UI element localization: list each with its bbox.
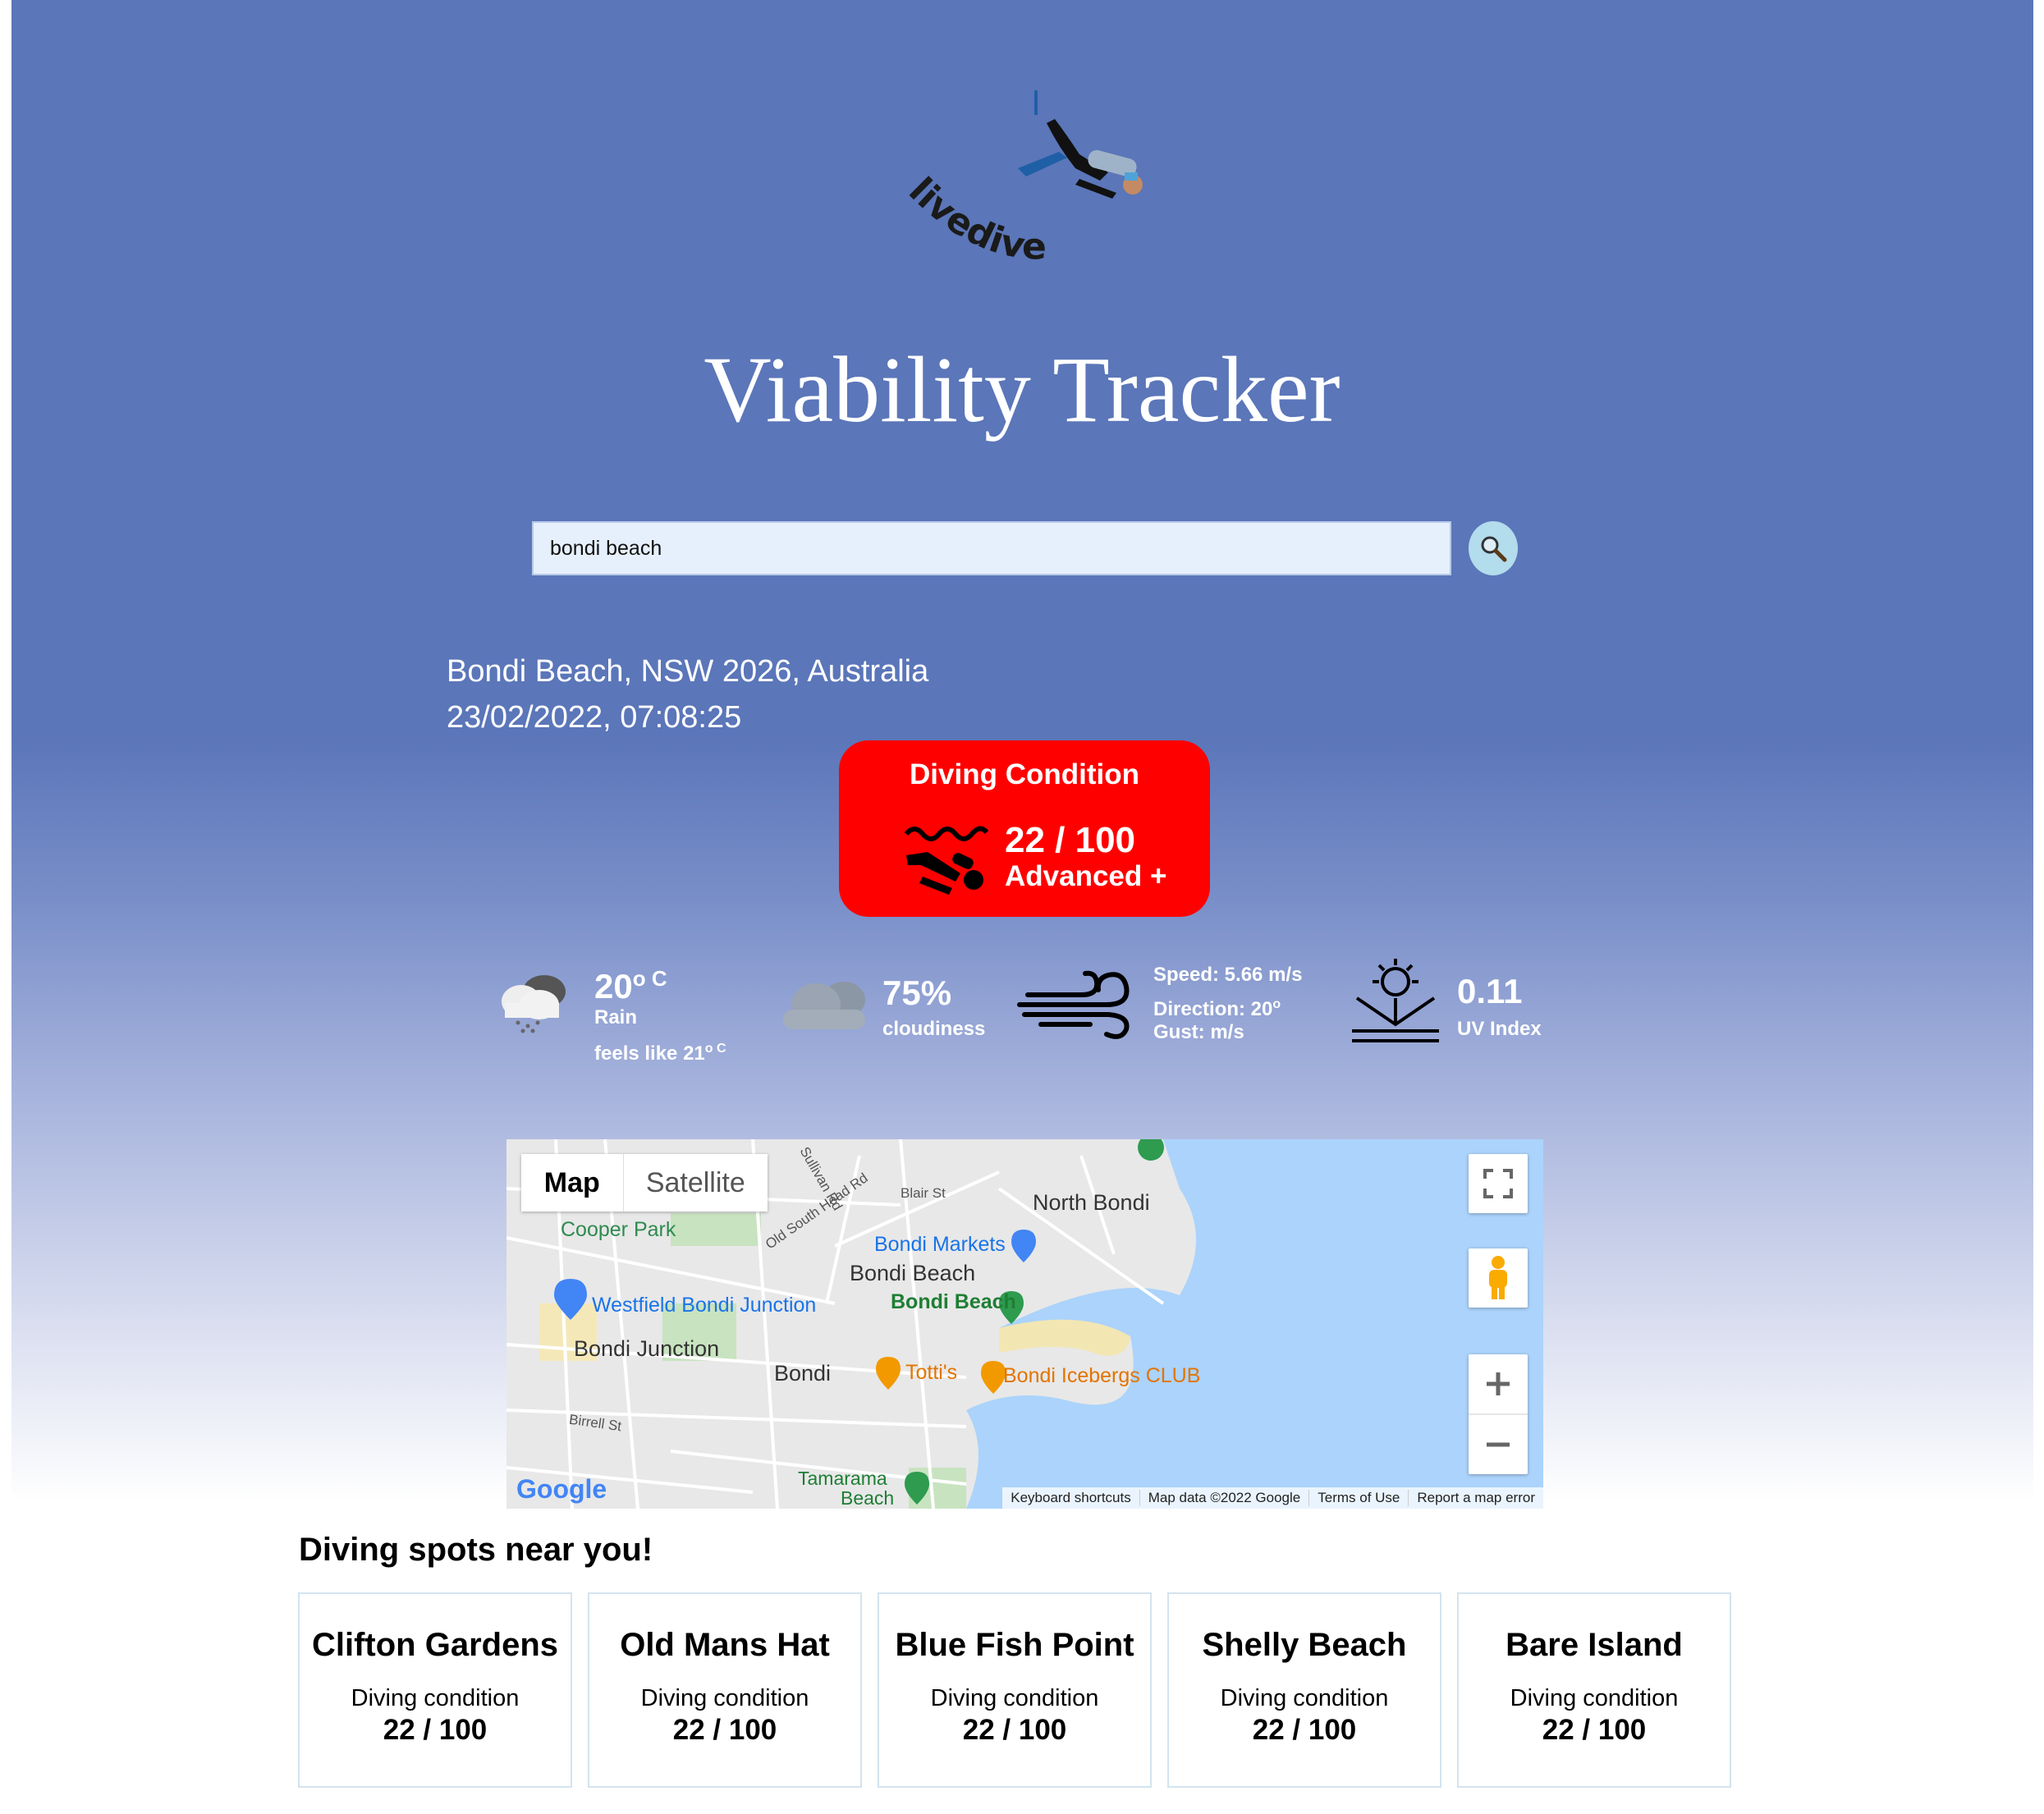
sunrise-icon [1352,959,1439,1042]
diver-icon [904,826,988,895]
map-label-tottis: Totti's [905,1361,958,1384]
spot-condition-score: 22 / 100 [1542,1714,1647,1746]
map-label-blair-st: Blair St [901,1185,946,1201]
tab-satellite[interactable]: Satellite [622,1154,768,1212]
uv-label: UV Index [1457,1018,1542,1040]
map-type-tabs: Map Satellite [521,1154,768,1212]
weather-description: Rain [594,1006,638,1028]
spot-condition-label: Diving condition [930,1685,1099,1711]
spot-condition-label: Diving condition [1510,1685,1679,1711]
location-address: Bondi Beach, NSW 2026, Australia [447,654,929,689]
pegman-icon [1489,1256,1507,1299]
spot-name: Old Mans Hat [620,1627,830,1663]
livedive-logo: livedive [901,90,1143,268]
minus-icon [1487,1442,1510,1447]
condition-score: 22 / 100 [1005,820,1136,860]
map-label-bondi-markets: Bondi Markets [874,1233,1006,1256]
spot-card[interactable]: Blue Fish Point Diving condition 22 / 10… [878,1592,1152,1788]
cloud-icon [783,982,865,1029]
cloudiness-value: 75% [882,973,952,1012]
condition-level: Advanced + [1005,860,1167,892]
condition-title: Diving Condition [910,758,1139,790]
spot-condition-label: Diving condition [1220,1685,1389,1711]
map-label-tamarama-beach: Beach [841,1487,895,1509]
map-label-north-bondi: North Bondi [1033,1190,1150,1215]
map-terms-link[interactable]: Terms of Use [1308,1490,1408,1506]
fullscreen-icon [1483,1169,1513,1198]
page-title: Viability Tracker [703,337,1341,442]
spot-name: Clifton Gardens [311,1627,559,1663]
map-widget[interactable]: Map Satellite North Bondi Cooper Park Bo… [506,1139,1543,1509]
google-logo: Google [516,1474,607,1504]
spot-condition-score: 22 / 100 [962,1714,1067,1746]
rain-cloud-icon [502,975,566,1033]
temperature-value: 20o C [594,966,667,1005]
street-view-button[interactable] [1469,1248,1528,1308]
spot-condition-label: Diving condition [640,1685,809,1711]
zoom-out-button[interactable] [1469,1415,1528,1474]
map-label-bondi-beach-poi: Bondi Beach [891,1290,1016,1313]
nearby-title: Diving spots near you! [299,1532,653,1568]
wind-gust: Gust: m/s [1153,1021,1244,1043]
spot-name: Shelly Beach [1202,1627,1407,1663]
fullscreen-button[interactable] [1469,1154,1528,1213]
spot-name: Blue Fish Point [895,1627,1134,1663]
feels-like: feels like 21o C [594,1042,726,1065]
map-label-westfield: Westfield Bondi Junction [592,1294,817,1317]
spot-name: Bare Island [1506,1627,1683,1663]
map-footer: Keyboard shortcuts Map data ©2022 Google… [1002,1487,1543,1509]
map-data-attribution: Map data ©2022 Google [1139,1490,1309,1506]
spot-condition-score: 22 / 100 [1252,1714,1357,1746]
spot-condition-score: 22 / 100 [672,1714,777,1746]
map-keyboard-shortcuts-link[interactable]: Keyboard shortcuts [1002,1490,1139,1506]
map-label-bondi-beach-suburb: Bondi Beach [850,1261,976,1285]
spot-card[interactable]: Shelly Beach Diving condition 22 / 100 [1167,1592,1441,1788]
map-label-tamarama: Tamarama [798,1468,887,1489]
zoom-in-button[interactable] [1469,1354,1528,1415]
cloudiness-label: cloudiness [882,1018,986,1040]
search-input[interactable] [532,521,1451,575]
magnifier-icon [1481,536,1507,562]
zoom-controls [1469,1354,1528,1474]
spot-condition-label: Diving condition [351,1685,520,1711]
logo-text: livedive [901,170,1047,268]
spot-card[interactable]: Clifton Gardens Diving condition 22 / 10… [298,1592,572,1788]
wind-icon [1017,970,1130,1039]
spot-card[interactable]: Bare Island Diving condition 22 / 100 [1457,1592,1731,1788]
map-label-cooper-park: Cooper Park [561,1218,676,1241]
wind-speed: Speed: 5.66 m/s [1153,964,1303,986]
tab-map[interactable]: Map [521,1154,623,1212]
map-report-error-link[interactable]: Report a map error [1408,1490,1543,1506]
uv-value: 0.11 [1457,972,1523,1010]
spot-condition-score: 22 / 100 [383,1714,488,1746]
plus-icon [1487,1372,1510,1395]
location-datetime: 23/02/2022, 07:08:25 [447,700,742,735]
map-label-icebergs: Bondi Icebergs CLUB [1003,1364,1201,1387]
spot-card[interactable]: Old Mans Hat Diving condition 22 / 100 [588,1592,862,1788]
map-label-bondi-junction: Bondi Junction [574,1336,720,1361]
diving-condition-card: Diving Condition 22 / 100 Advanced + [839,740,1210,917]
map-label-bondi: Bondi [774,1361,832,1386]
search-button[interactable] [1469,521,1518,575]
